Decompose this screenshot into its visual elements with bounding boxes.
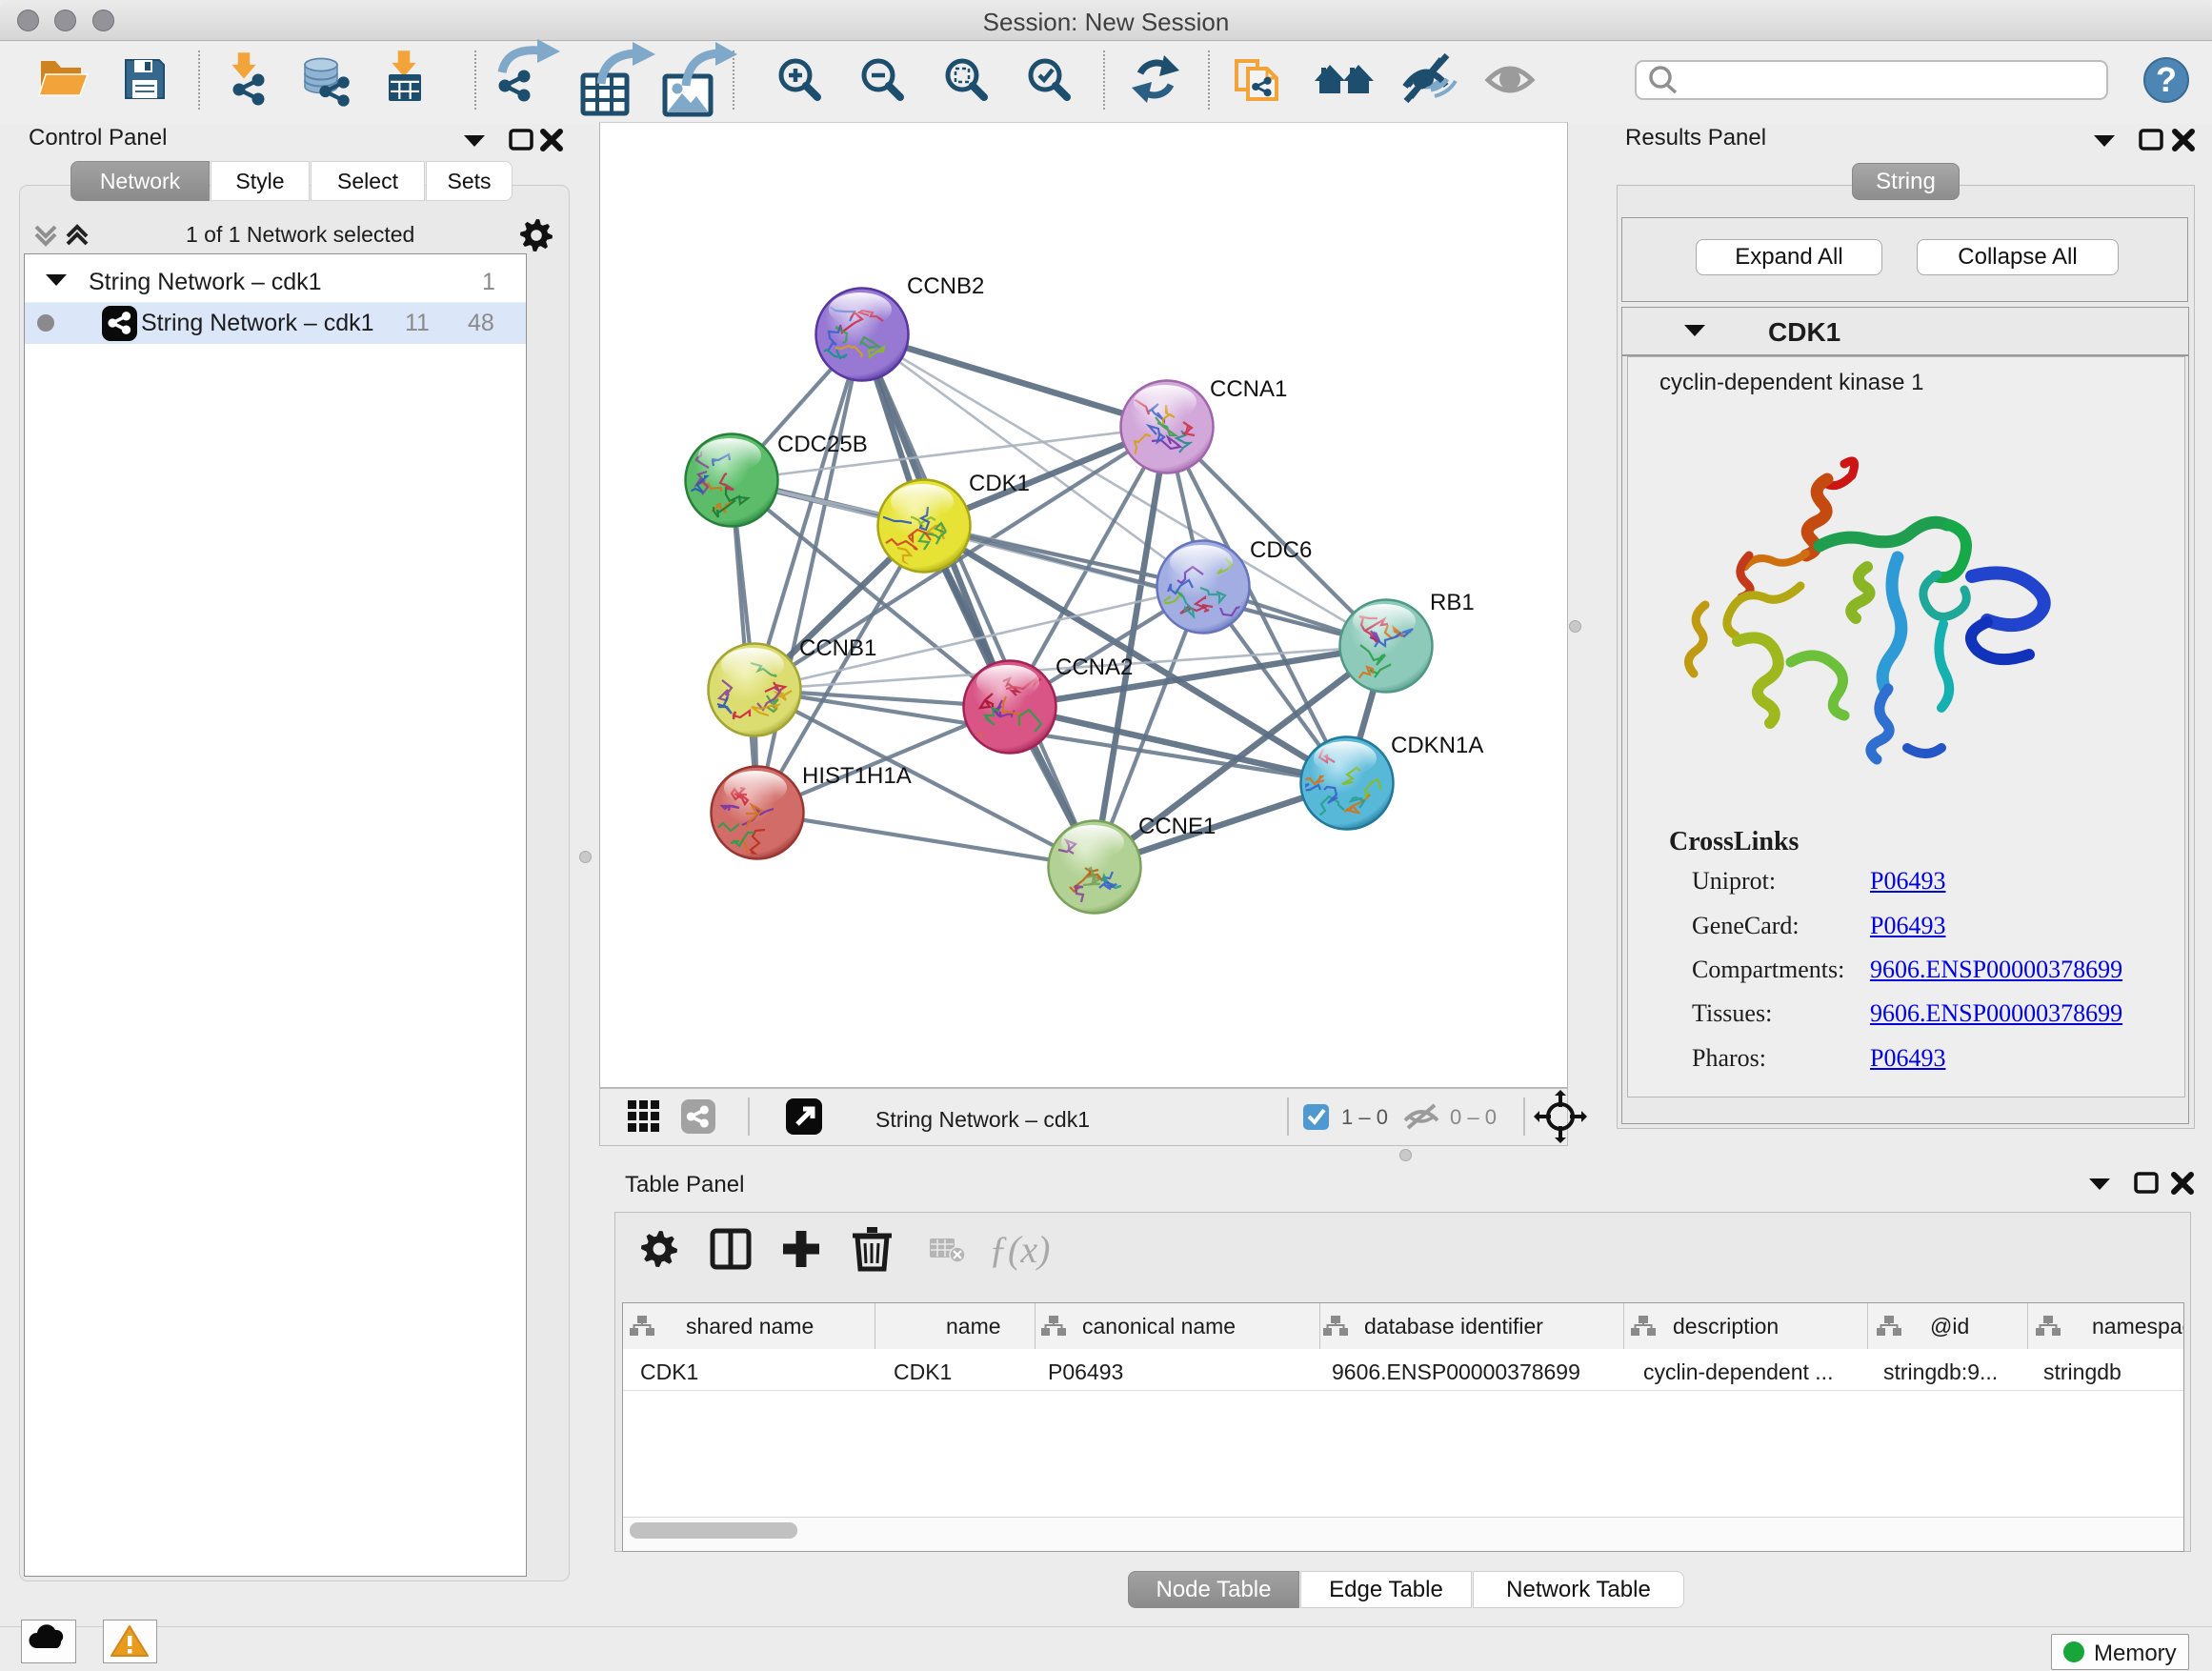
svg-text:CCNA2: CCNA2 bbox=[1056, 654, 1133, 680]
svg-text:RB1: RB1 bbox=[1430, 590, 1475, 615]
svg-text:CDKN1A: CDKN1A bbox=[1391, 733, 1483, 758]
svg-text:CCNE1: CCNE1 bbox=[1138, 814, 1216, 839]
svg-text:CCNB2: CCNB2 bbox=[907, 273, 984, 299]
svg-text:CCNA1: CCNA1 bbox=[1210, 376, 1287, 402]
svg-text:CDC25B: CDC25B bbox=[777, 432, 868, 457]
svg-text:CDK1: CDK1 bbox=[969, 471, 1030, 496]
svg-text:HIST1H1A: HIST1H1A bbox=[802, 763, 912, 789]
svg-text:CCNB1: CCNB1 bbox=[799, 635, 876, 661]
svg-text:CDC6: CDC6 bbox=[1250, 537, 1312, 563]
